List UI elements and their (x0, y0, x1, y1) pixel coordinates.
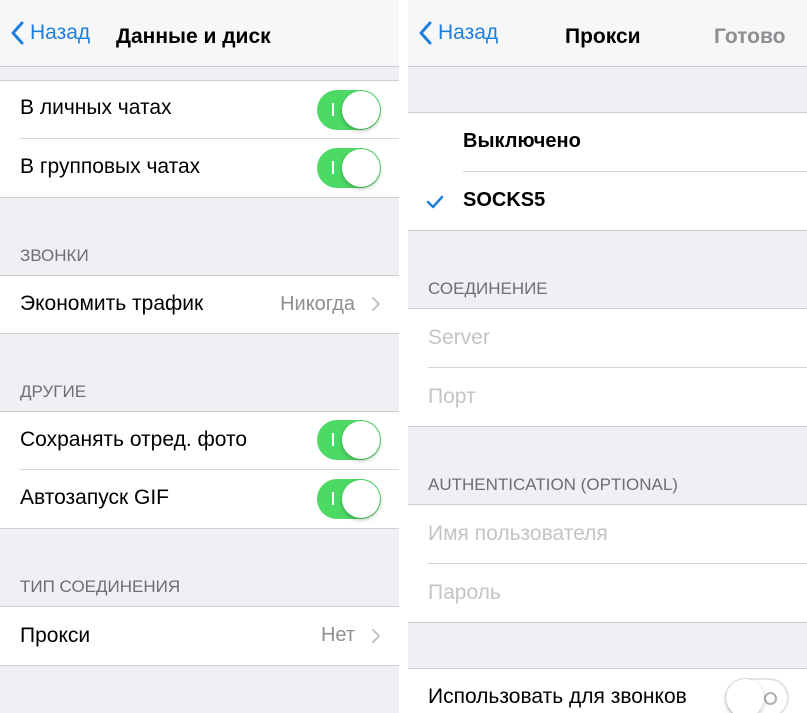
row-label: В групповых чатах (20, 155, 201, 178)
password-field[interactable]: Пароль (408, 564, 807, 622)
toggle-on-mark-icon (332, 103, 334, 116)
separator (0, 197, 399, 198)
checkmark-icon (426, 195, 444, 209)
section-header-connection: СОЕДИНЕНИЕ (428, 279, 548, 298)
separator (0, 665, 399, 666)
screen-divider (399, 0, 408, 713)
row-label: Прокси (20, 624, 91, 647)
toggle-knob (342, 421, 380, 459)
navigation-bar: Назад Прокси Готово (408, 0, 807, 67)
row-save-edited-photos[interactable]: Сохранять отред. фото (0, 412, 399, 469)
toggle-off-mark-icon (764, 692, 777, 705)
authentication-group: Имя пользователя Пароль (408, 505, 807, 622)
toggle-on-mark-icon (332, 433, 334, 446)
row-label: В личных чатах (20, 96, 172, 119)
server-placeholder: Server (428, 326, 490, 349)
row-autoplay-gif[interactable]: Автозапуск GIF (0, 470, 399, 528)
disclosure-chevron-icon (372, 629, 380, 643)
page-title: Прокси (565, 25, 641, 48)
row-save-traffic[interactable]: Экономить трафик Никогда (0, 276, 399, 333)
disclosure-chevron-icon (372, 297, 380, 311)
separator (0, 528, 399, 529)
save-edited-photos-toggle[interactable] (317, 420, 381, 460)
proxy-option-socks5[interactable]: SOCKS5 (408, 172, 807, 230)
use-for-calls-toggle[interactable] (725, 678, 789, 713)
row-label: Сохранять отред. фото (20, 428, 248, 451)
proxy-type-group: Выключено SOCKS5 (408, 113, 807, 230)
row-use-for-calls[interactable]: Использовать для звонков (408, 669, 807, 713)
row-label: Автозапуск GIF (20, 486, 169, 509)
back-label: Назад (438, 21, 499, 44)
back-button[interactable]: Назад (418, 0, 498, 66)
back-label: Назад (30, 21, 91, 44)
back-chevron-icon (11, 21, 24, 45)
row-proxy[interactable]: Прокси Нет (0, 607, 399, 665)
port-field[interactable]: Порт (408, 368, 807, 426)
toggle-on-mark-icon (332, 492, 334, 505)
autoload-group: В личных чатах В групповых чатах (0, 81, 399, 197)
section-header-authentication: AUTHENTICATION (OPTIONAL) (428, 475, 678, 494)
connection-group: Server Порт (408, 309, 807, 426)
page-title: Данные и диск (116, 25, 271, 48)
toggle-knob (726, 679, 764, 713)
private-chats-toggle[interactable] (317, 90, 381, 130)
option-label: Выключено (463, 130, 581, 152)
autoplay-gif-toggle[interactable] (317, 479, 381, 519)
section-header-connection-type: ТИП СОЕДИНЕНИЯ (20, 577, 181, 596)
data-and-storage-screen: Назад Данные и диск В личных чатах В гру… (0, 0, 399, 713)
server-field[interactable]: Server (408, 309, 807, 367)
separator (408, 230, 807, 231)
section-header-other: ДРУГИЕ (20, 382, 87, 401)
proxy-screen: Назад Прокси Готово Выключено SOCKS5 СОЕ… (408, 0, 807, 713)
toggle-knob (342, 91, 380, 129)
username-placeholder: Имя пользователя (428, 522, 608, 545)
port-placeholder: Порт (428, 385, 476, 408)
row-value: Нет (320, 624, 355, 646)
row-group-chats[interactable]: В групповых чатах (0, 139, 399, 197)
row-label: Экономить трафик (20, 292, 204, 315)
back-button[interactable]: Назад (10, 0, 90, 66)
password-placeholder: Пароль (428, 581, 501, 604)
row-private-chats[interactable]: В личных чатах (0, 81, 399, 138)
username-field[interactable]: Имя пользователя (408, 505, 807, 563)
other-group: Сохранять отред. фото Автозапуск GIF (0, 412, 399, 528)
back-chevron-icon (419, 21, 432, 45)
section-header-calls: ЗВОНКИ (20, 246, 89, 265)
toggle-knob (342, 480, 380, 518)
row-label: Использовать для звонков (428, 685, 687, 708)
navigation-bar: Назад Данные и диск (0, 0, 399, 67)
toggle-knob (342, 149, 380, 187)
separator (408, 622, 807, 623)
group-chats-toggle[interactable] (317, 148, 381, 188)
toggle-on-mark-icon (332, 161, 334, 174)
proxy-option-off[interactable]: Выключено (408, 113, 807, 171)
done-button[interactable]: Готово (714, 0, 785, 66)
option-label: SOCKS5 (463, 189, 546, 211)
row-value: Никогда (280, 293, 355, 315)
separator (408, 426, 807, 427)
separator (0, 333, 399, 334)
